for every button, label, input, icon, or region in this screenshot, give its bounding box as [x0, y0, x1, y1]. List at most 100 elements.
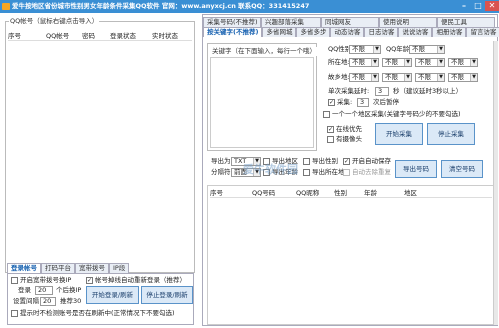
export-numbers-button[interactable]: 导出号码	[395, 160, 437, 178]
export-location-checkbox[interactable]: 导出所在地	[303, 168, 345, 177]
keyword-textarea[interactable]	[210, 57, 314, 148]
tab-multi-step[interactable]: 多省多步	[296, 27, 331, 37]
tab-keyword[interactable]: 按关键字(不推荐)	[203, 27, 263, 37]
interval-label: 设置间隔	[13, 297, 39, 305]
relogin-checkbox[interactable]: ✓ 帐号掉线自动重新登录（推荐）	[86, 276, 186, 285]
delay-input[interactable]: 3	[375, 87, 389, 96]
hometown-country-select[interactable]: 不限 ▼	[349, 73, 379, 82]
maximize-icon[interactable]: □	[471, 1, 485, 11]
separator-label: 分隔符	[211, 168, 231, 176]
collect-count-hint: 次后暂停	[373, 98, 399, 106]
stop-collect-button[interactable]: 停止采集	[427, 123, 475, 145]
col-header[interactable]: 登录状态	[110, 32, 152, 40]
tab-interest-tribe[interactable]: 兴趣部落采集	[261, 17, 321, 27]
after-login-label: 个后换IP	[56, 286, 82, 294]
tab-album-visitor[interactable]: 相册访客	[432, 27, 467, 37]
account-table-header: 序号 QQ帐号 密码 登录状态 实时状态	[8, 32, 192, 41]
tab-collect-numbers[interactable]: 采集号码(不推荐)	[203, 17, 261, 27]
clear-numbers-button[interactable]: 清空号码	[441, 160, 483, 178]
delay-label: 单次采集延时:	[328, 87, 370, 95]
vertical-scrollbar[interactable]	[493, 41, 498, 325]
delay-hint: 秒（建议延时3秒以上）	[393, 87, 463, 95]
login-settings: 开启宽带拨号换IP 登录 20 个后换IP 设置间隔 20 推荐30 ✓ 帐号掉线…	[7, 273, 194, 325]
qq-age-label: QQ年龄:	[386, 45, 412, 53]
collect-pause-checkbox[interactable]: ✓ 采集:	[328, 98, 352, 107]
minimize-icon[interactable]: –	[457, 1, 471, 11]
left-bottom-tabs: 登录帐号 打码平台 宽带拨号 IP段	[7, 263, 130, 273]
chevron-down-icon: ▼	[371, 59, 378, 66]
dialup-checkbox[interactable]: 开启宽带拨号换IP	[11, 276, 71, 285]
hometown-district-select[interactable]: 不限 ▼	[448, 73, 478, 82]
start-collect-button[interactable]: 开始采集	[375, 123, 423, 145]
interval-input[interactable]: 20	[40, 297, 56, 306]
col-header[interactable]: QQ帐号	[46, 32, 82, 40]
has-camera-checkbox[interactable]: 有摄像头	[327, 135, 362, 144]
tab-moments-visitor[interactable]: 说说访客	[398, 27, 433, 37]
col-header[interactable]: 密码	[82, 32, 110, 40]
hometown-label: 故乡地:	[328, 73, 350, 81]
results-table: 序号 QQ号码 QQ昵称 性别 年龄 地区	[207, 185, 495, 325]
tab-help[interactable]: 使用说明	[379, 17, 437, 27]
chevron-down-icon: ▼	[470, 59, 477, 66]
right-panel: 采集号码(不推荐) 兴趣部落采集 同城网友 使用说明 便民工具 按关键字(不推荐…	[202, 14, 499, 326]
export-label: 导出为	[211, 157, 231, 165]
tab-log-visitor[interactable]: 日志访客	[364, 27, 399, 37]
col-header[interactable]: 性别	[334, 189, 364, 197]
col-header[interactable]: 序号	[8, 32, 46, 40]
col-header[interactable]: QQ号码	[252, 189, 296, 197]
tab-login-account[interactable]: 登录帐号	[7, 263, 41, 273]
location-city-select[interactable]: 不限 ▼	[415, 58, 445, 67]
col-header[interactable]: 地区	[404, 189, 444, 197]
col-header[interactable]: 实时状态	[152, 32, 192, 40]
chevron-down-icon: ▼	[470, 74, 477, 81]
location-label: 所在地:	[328, 58, 350, 66]
location-country-select[interactable]: 不限 ▼	[349, 58, 379, 67]
right-tabs-row1: 采集号码(不推荐) 兴趣部落采集 同城网友 使用说明 便民工具	[203, 17, 495, 27]
chevron-down-icon: ▼	[404, 74, 411, 81]
hometown-city-select[interactable]: 不限 ▼	[415, 73, 445, 82]
title-bar: 爱牛按地区省份城市性别男女年龄条件采集QQ软件 官网：www.anyxcj.cn…	[0, 0, 499, 13]
col-header[interactable]: QQ昵称	[296, 189, 334, 197]
tab-feed-visitor[interactable]: 动态访客	[330, 27, 365, 37]
export-gender-checkbox[interactable]: 导出性别	[303, 157, 338, 166]
chevron-down-icon: ▼	[371, 74, 378, 81]
stop-login-button[interactable]: 停止登录/刷新	[141, 286, 193, 304]
tip-checkbox[interactable]: 提示时不检测账号是否在刷新中(正常情况下不要勾选)	[11, 309, 175, 318]
results-table-header: 序号 QQ号码 QQ昵称 性别 年龄 地区	[210, 189, 492, 198]
chevron-down-icon: ▼	[437, 74, 444, 81]
location-district-select[interactable]: 不限 ▼	[448, 58, 478, 67]
interval-hint: 推荐30	[60, 297, 82, 305]
col-header[interactable]: 序号	[210, 189, 252, 197]
tab-message-visitor[interactable]: 留言访客	[466, 27, 499, 37]
keyword-title: 关键字（在下面输入，每行一个哦）	[211, 47, 317, 56]
app-icon	[2, 3, 10, 10]
tab-tools[interactable]: 便民工具	[437, 17, 495, 27]
collect-count-input[interactable]: 3	[357, 98, 369, 107]
hometown-province-select[interactable]: 不限 ▼	[382, 73, 412, 82]
start-login-button[interactable]: 开始登录/刷新	[86, 286, 139, 304]
qq-age-select[interactable]: 不限 ▼	[409, 45, 445, 54]
login-count-input[interactable]: 20	[35, 286, 53, 295]
qq-account-group-title: QQ帐号（鼠标右键点击导入）	[9, 17, 100, 26]
right-tabs-row2: 按关键字(不推荐) 多省网城 多省多步 动态访客 日志访客 说说访客 相册访客 …	[203, 27, 499, 37]
tab-dialup[interactable]: 宽带拨号	[75, 263, 109, 273]
tab-multi-province[interactable]: 多省网城	[262, 27, 297, 37]
chevron-down-icon: ▼	[437, 59, 444, 66]
online-first-checkbox[interactable]: ✓ 在线优先	[327, 125, 362, 134]
dedupe-checkbox[interactable]: 自动去除重复	[343, 168, 391, 177]
tab-captcha[interactable]: 打码平台	[41, 263, 75, 273]
chevron-down-icon: ▼	[373, 46, 380, 53]
col-header[interactable]: 年龄	[364, 189, 404, 197]
login-count-label: 登录	[18, 286, 31, 294]
left-panel: QQ帐号（鼠标右键点击导入） 序号 QQ帐号 密码 登录状态 实时状态 登录帐号…	[2, 14, 198, 326]
auto-save-checkbox[interactable]: ✓ 开启自动保存	[343, 157, 391, 166]
region-by-region-checkbox[interactable]: 一个一个地区采集(关键字号码少的不要勾选)	[323, 110, 461, 119]
location-province-select[interactable]: 不限 ▼	[382, 58, 412, 67]
tab-same-city[interactable]: 同城网友	[321, 17, 379, 27]
chevron-down-icon: ▼	[404, 59, 411, 66]
tab-ip[interactable]: IP段	[109, 263, 130, 273]
keyword-group: 关键字（在下面输入，每行一个哦）	[207, 43, 317, 151]
qq-gender-select[interactable]: 不限 ▼	[349, 45, 381, 54]
close-icon[interactable]: ✕	[485, 1, 499, 11]
qq-account-group: QQ帐号（鼠标右键点击导入） 序号 QQ帐号 密码 登录状态 实时状态	[5, 17, 195, 273]
